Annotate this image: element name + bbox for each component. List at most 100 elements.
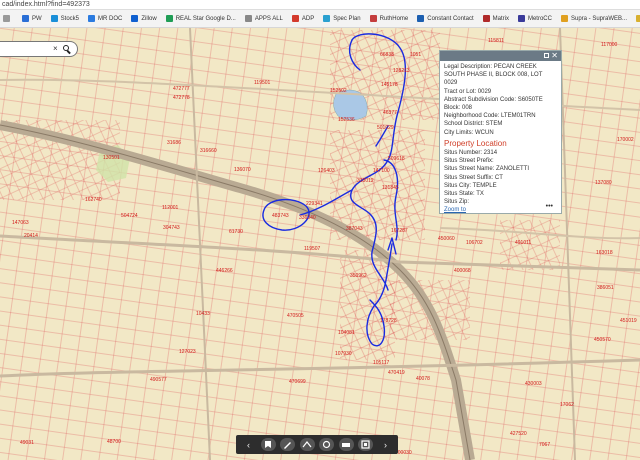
more-options-icon[interactable]: ••• — [546, 203, 553, 210]
parcel-label: 49031 — [20, 440, 34, 446]
parcel-label: 112001 — [162, 205, 179, 211]
layers-icon[interactable] — [338, 438, 354, 451]
parcel-label: 470419 — [388, 370, 405, 376]
parcel-label: 170002 — [617, 137, 634, 143]
bookmark-5[interactable]: APPS ALL — [244, 15, 283, 22]
property-location-heading: Property Location — [444, 138, 507, 148]
legal-description: Legal Description: PECAN CREEK SOUTH PHA… — [444, 64, 543, 87]
parcel-label: 127023 — [179, 349, 196, 355]
clear-search-icon[interactable]: × — [53, 44, 58, 54]
parcel-label: 387043 — [346, 226, 363, 232]
bookmark-10[interactable]: Matrix — [482, 15, 509, 22]
parcel-label: 117000 — [601, 42, 618, 48]
parcel-label: 163018 — [596, 250, 613, 256]
situs-city: Situs City: TEMPLE — [444, 182, 497, 189]
situs-street: Situs Street Name: ZANOLETTI — [444, 166, 530, 173]
parcel-label: 501029 — [377, 125, 394, 131]
bookmark-favicon-icon — [323, 15, 331, 22]
bookmark-label: PW — [32, 15, 42, 22]
city-limits: City Limits: WCUN — [444, 129, 494, 136]
parcel-label: 31686 — [167, 140, 181, 146]
school-district: School District: STEM — [444, 121, 503, 128]
bookmark-favicon-icon — [482, 15, 490, 22]
url-text: cad/index.html?find=492373 — [2, 1, 90, 8]
popup-body: Legal Description: PECAN CREEK SOUTH PHA… — [440, 61, 561, 217]
prev-arrow-icon[interactable]: ‹ — [241, 438, 256, 451]
parcel-label: 318012 — [357, 178, 374, 184]
parcel-label: 147063 — [12, 220, 29, 226]
bookmark-13[interactable]: Pictures — [636, 15, 640, 22]
bookmark-3[interactable]: Zillow — [131, 15, 157, 22]
search-input[interactable] — [2, 44, 54, 56]
parcel-label: 490577 — [150, 377, 167, 383]
close-icon[interactable]: ✕ — [551, 51, 558, 61]
parcel-label: 10433 — [196, 311, 210, 317]
bookmark-label: ADP — [301, 15, 315, 22]
next-arrow-icon[interactable]: › — [378, 438, 393, 451]
bookmark-label: Matrix — [492, 15, 509, 22]
situs-number: Situs Number: 2314 — [444, 150, 498, 157]
parcel-label: 130501 — [103, 155, 120, 161]
select-icon[interactable] — [319, 438, 335, 451]
parcel-label: 400068 — [454, 268, 471, 274]
bookmark-4[interactable]: REAL Star Google D... — [165, 15, 236, 22]
block: Block: 008 — [444, 105, 473, 112]
parcel-label: 450060 — [438, 236, 455, 242]
parcel-label: 61730 — [229, 229, 243, 235]
neighborhood-code: Neighborhood Code: LTEM01TRN — [444, 113, 536, 120]
bookmark-favicon-icon — [50, 15, 58, 22]
parcel-label: 427520 — [510, 431, 527, 437]
parcel-label: 386051 — [597, 285, 614, 291]
parcel-label: 336340 — [299, 215, 316, 221]
parcel-label: 105117 — [373, 360, 390, 366]
apps-icon[interactable] — [3, 15, 13, 22]
parcel-label: 147100 — [373, 168, 390, 174]
bookmark-6[interactable]: ADP — [291, 15, 315, 22]
parcel-label: 66838 — [380, 52, 394, 58]
bookmark-2[interactable]: MR DOC — [88, 15, 122, 22]
search-icon[interactable] — [63, 45, 69, 51]
bookmark-favicon-icon — [517, 15, 525, 22]
bookmark-11[interactable]: MetroCC — [517, 15, 552, 22]
bookmark-favicon-icon — [131, 15, 139, 22]
bookmark-7[interactable]: Spec Plan — [323, 15, 361, 22]
parcel-label: 137080 — [595, 180, 612, 186]
parcel-label: 1051 — [410, 52, 422, 58]
parcel-label: 483743 — [272, 213, 289, 219]
situs-suffix: Situs Street Suffix: CT — [444, 174, 503, 181]
bookmark-label: Supra - SupraWEB... — [570, 15, 628, 22]
bookmark-label: RuthHome — [379, 15, 409, 22]
bookmark-9[interactable]: Constant Contact — [417, 15, 474, 22]
bookmark-0[interactable]: PW — [22, 15, 42, 22]
bookmark-icon[interactable] — [260, 438, 276, 451]
print-icon[interactable] — [358, 438, 374, 451]
parcel-label: 178728 — [380, 318, 397, 324]
bookmark-favicon-icon — [88, 15, 96, 22]
parcel-label: 48700 — [107, 439, 121, 445]
bookmark-label: APPS ALL — [254, 15, 283, 22]
situs-prefix: Situs Street Prefix: — [444, 158, 494, 165]
bookmarks-bar: PW Stock5 MR DOC Zillow REAL Star Google D..… — [0, 10, 640, 28]
bookmark-favicon-icon — [417, 15, 425, 22]
measure-icon[interactable] — [299, 438, 315, 451]
address-bar[interactable]: cad/index.html?find=492373 — [0, 0, 640, 10]
parcel-label: 136070 — [234, 167, 251, 173]
bookmark-1[interactable]: Stock5 — [50, 15, 79, 22]
draw-icon[interactable] — [280, 438, 296, 451]
parcel-label: 491011 — [515, 240, 532, 246]
parcel-label: 152502 — [330, 88, 347, 94]
maximize-icon[interactable] — [544, 53, 549, 58]
zoom-to-link[interactable]: Zoom to — [444, 206, 557, 214]
bookmark-12[interactable]: Supra - SupraWEB... — [560, 15, 628, 22]
bookmark-label: Constant Contact — [427, 15, 474, 22]
parcel-label: 470505 — [287, 313, 304, 319]
bookmark-label: Spec Plan — [333, 15, 361, 22]
parcel-label: 316660 — [200, 148, 217, 154]
parcel-label: 350962 — [350, 273, 367, 279]
parcel-label: 7067 — [539, 442, 551, 448]
parcel-label: 128213 — [393, 68, 410, 74]
bookmark-8[interactable]: RuthHome — [369, 15, 409, 22]
parcel-label: 451019 — [620, 318, 637, 324]
parcel-label: 17062 — [560, 402, 574, 408]
parcel-label: 20414 — [24, 233, 38, 239]
